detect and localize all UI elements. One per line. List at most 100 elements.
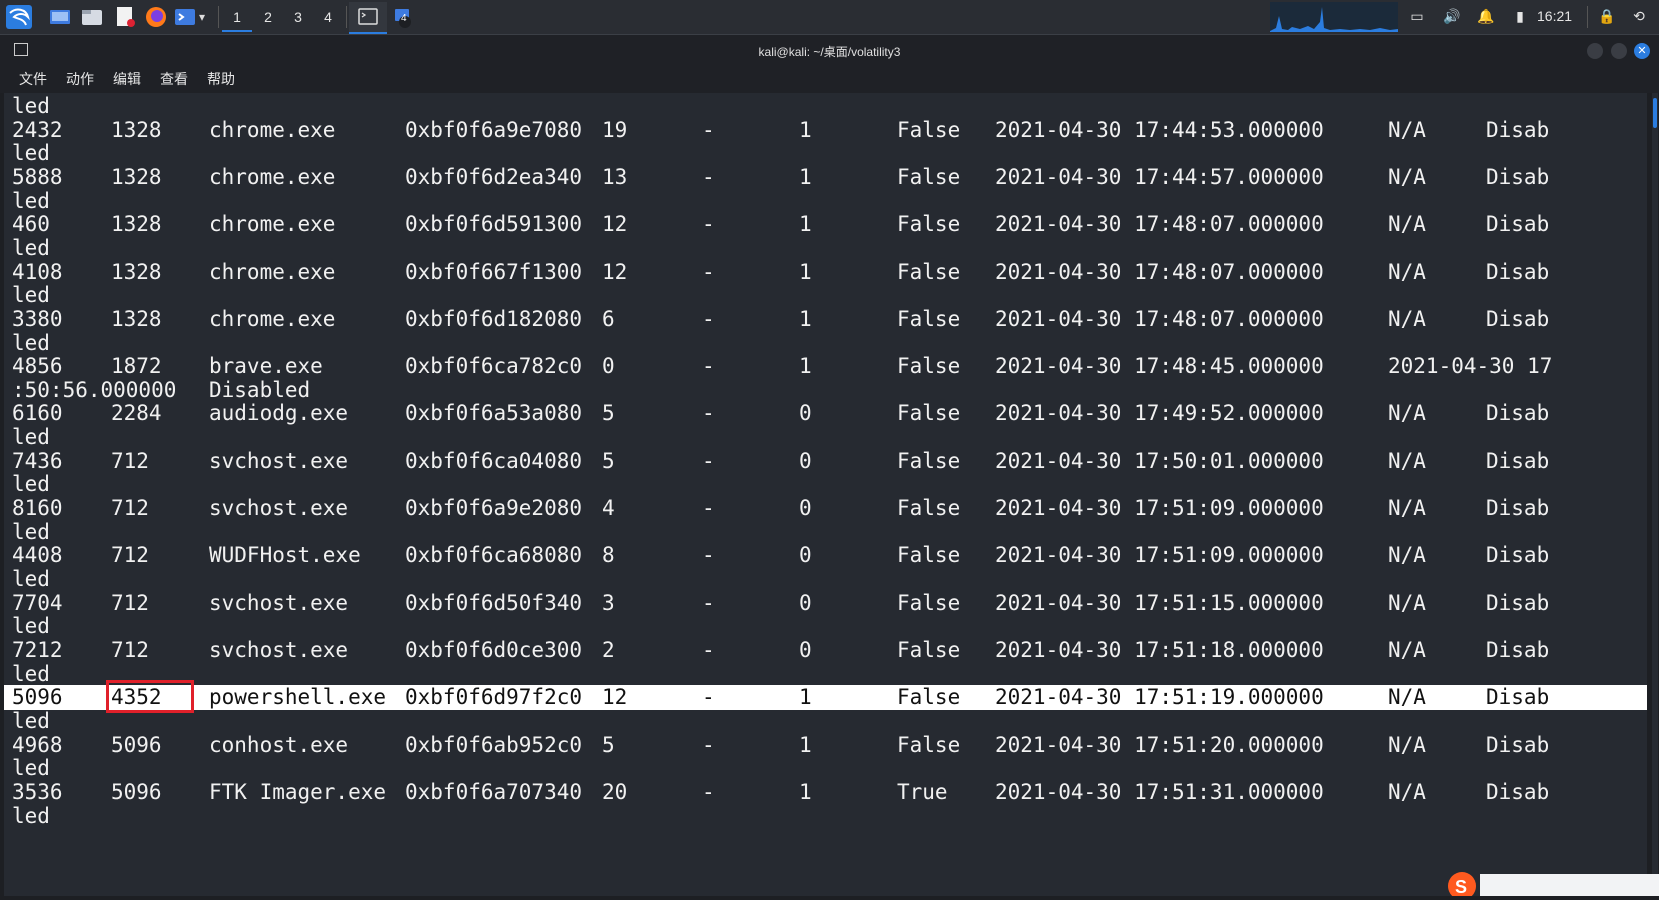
terminal-cell: True: [897, 779, 948, 804]
close-button[interactable]: ✕: [1634, 43, 1650, 59]
terminal-cell: 1872: [111, 354, 162, 379]
terminal-cell: N/A: [1388, 732, 1426, 757]
terminal-line: led: [4, 709, 1647, 734]
terminal-line: 4108 1328 chrome.exe 0xbf0f667f1300 12 - 1 Fals…: [4, 260, 1647, 285]
terminal-cell: -: [702, 212, 715, 237]
logout-icon[interactable]: ⟲: [1630, 8, 1648, 26]
kali-menu-icon[interactable]: [6, 5, 32, 29]
minimize-button[interactable]: [1587, 43, 1603, 59]
scrollbar-thumb[interactable]: [1653, 98, 1657, 128]
lock-icon[interactable]: 🔒: [1598, 8, 1616, 26]
workspace-3[interactable]: 3: [283, 4, 313, 30]
terminal-cell: -: [702, 685, 715, 710]
input-method-toolbar[interactable]: S: [1440, 866, 1659, 900]
notification-bell-icon[interactable]: 🔔: [1477, 8, 1495, 26]
terminal-cell: 12: [602, 685, 628, 710]
terminal-cell: WUDFHost.exe: [209, 543, 361, 568]
terminal-cell: False: [897, 354, 961, 379]
terminal-line: led: [4, 283, 1647, 308]
terminal-cell: 2432: [12, 117, 63, 142]
terminal-group-task-button[interactable]: 4: [389, 2, 427, 32]
terminal-cell: led: [12, 330, 50, 355]
terminal-cell: 2021-04-30 17: [1388, 354, 1553, 379]
terminal-cell: led: [12, 235, 50, 260]
text-editor-icon[interactable]: [113, 5, 137, 29]
menu-edit[interactable]: 编辑: [113, 67, 141, 93]
terminal-line: led: [4, 472, 1647, 497]
terminal-line: led: [4, 567, 1647, 592]
terminal-cell: chrome.exe: [209, 212, 336, 237]
terminal-cell: -: [702, 354, 715, 379]
terminal-launcher-icon[interactable]: [173, 5, 197, 29]
terminal-line: 3380 1328 chrome.exe 0xbf0f6d182080 6 - 1 False…: [4, 307, 1647, 332]
terminal-cell: led: [12, 708, 50, 733]
terminal-cell: False: [897, 543, 961, 568]
terminal-cell: 0xbf0f6d0ce300: [405, 637, 583, 662]
terminal-cell: svchost.exe: [209, 590, 349, 615]
terminal-cell: N/A: [1388, 779, 1426, 804]
terminal-cell: 0xbf0f6ca782c0: [405, 354, 583, 379]
annotation-highlight-box: [106, 680, 194, 713]
firefox-icon[interactable]: [144, 5, 168, 29]
terminal-cell: led: [12, 472, 50, 497]
terminal-cell: 712: [111, 637, 149, 662]
terminal-cell: 5: [602, 448, 615, 473]
terminal-line: led: [4, 94, 1647, 119]
menu-view[interactable]: 查看: [160, 67, 188, 93]
terminal-cell: 0xbf0f6d97f2c0: [405, 685, 583, 710]
terminal-scrollbar[interactable]: [1652, 93, 1658, 896]
terminal-cell: -: [702, 164, 715, 189]
terminal-cell: led: [12, 94, 50, 118]
terminal-cell: chrome.exe: [209, 117, 336, 142]
file-manager-icon[interactable]: [80, 5, 104, 29]
terminal-cell: 2021-04-30 17:51:15.000000: [995, 590, 1324, 615]
terminal-cell: 2021-04-30 17:51:20.000000: [995, 732, 1324, 757]
terminal-cell: powershell.exe: [209, 685, 387, 710]
terminal-cell: False: [897, 637, 961, 662]
terminal-cell: led: [12, 141, 50, 166]
terminal-cell: 0xbf0f6a9e2080: [405, 496, 583, 521]
terminal-cell: 8160: [12, 496, 63, 521]
terminal-cell: 7704: [12, 590, 63, 615]
terminal-cell: Disab: [1486, 259, 1550, 284]
desktop-icon[interactable]: [48, 5, 72, 29]
svg-text:S: S: [1455, 877, 1467, 896]
terminal-cell: 3: [602, 590, 615, 615]
terminal-cell: 13: [602, 164, 628, 189]
maximize-button[interactable]: [1611, 43, 1627, 59]
terminal-cell: 2021-04-30 17:44:53.000000: [995, 117, 1324, 142]
terminal-cell: led: [12, 661, 50, 686]
clock[interactable]: 16:21: [1537, 8, 1572, 24]
terminal-cell: 4: [602, 496, 615, 521]
terminal-cell: 0: [799, 401, 812, 426]
terminal-output[interactable]: led 2432 1328 chrome.exe 0xbf0f6a9e7080 19-1 F…: [4, 93, 1647, 896]
terminal-cell: 712: [111, 590, 149, 615]
terminal-cell: 2021-04-30 17:51:09.000000: [995, 543, 1324, 568]
terminal-cell: 1: [799, 306, 812, 331]
terminal-cell: audiodg.exe: [209, 401, 349, 426]
terminal-cell: False: [897, 448, 961, 473]
menu-action[interactable]: 动作: [66, 67, 94, 93]
workspace-4[interactable]: 4: [313, 4, 343, 30]
terminal-cell: 0: [799, 448, 812, 473]
terminal-cell: 4108: [12, 259, 63, 284]
terminal-task-button[interactable]: [349, 2, 387, 34]
terminal-cell: 2021-04-30 17:51:09.000000: [995, 496, 1324, 521]
menu-file[interactable]: 文件: [19, 67, 47, 93]
display-icon[interactable]: ▭: [1408, 8, 1426, 26]
terminal-line: led: [4, 141, 1647, 166]
terminal-line: led: [4, 520, 1647, 545]
terminal-cell: Disab: [1486, 732, 1550, 757]
terminal-cell: 1: [799, 354, 812, 379]
terminal-line: led: [4, 331, 1647, 356]
terminal-cell: False: [897, 164, 961, 189]
chevron-down-icon[interactable]: ▾: [199, 5, 213, 29]
workspace-1[interactable]: 1: [222, 4, 252, 32]
terminal-cell: 1: [799, 117, 812, 142]
volume-icon[interactable]: 🔊: [1443, 8, 1461, 26]
terminal-cell: 4856: [12, 354, 63, 379]
menu-help[interactable]: 帮助: [207, 67, 235, 93]
terminal-cell: Disab: [1486, 164, 1550, 189]
battery-icon[interactable]: ▮: [1511, 8, 1529, 26]
workspace-2[interactable]: 2: [253, 4, 283, 30]
